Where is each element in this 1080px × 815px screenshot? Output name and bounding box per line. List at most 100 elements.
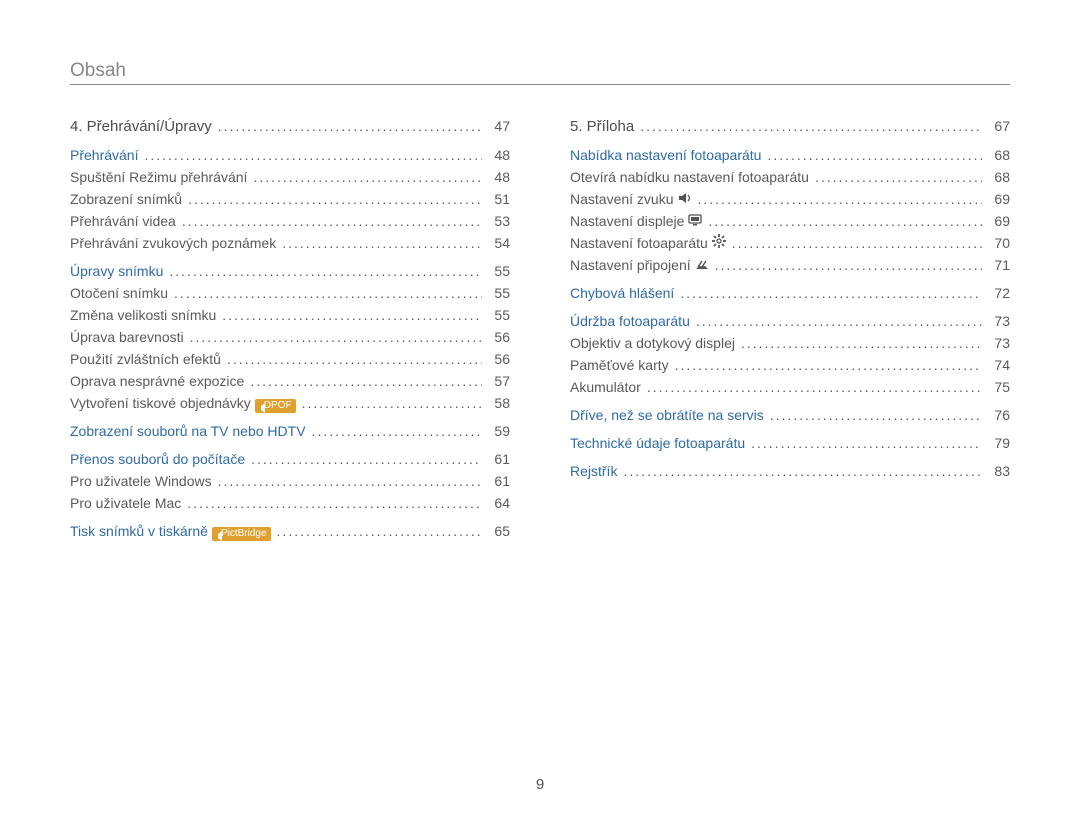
right-column: 5. Příloha 67 Nabídka nastavení fotoaparát…	[570, 115, 1010, 542]
group-header-left-4-label: Tisk snímků v tiskárně	[70, 520, 208, 542]
group-header-right-0[interactable]: Nabídka nastavení fotoaparátu68	[570, 144, 1010, 166]
toc-item-left-1-0-label: Otočení snímku	[70, 282, 168, 304]
group-header-right-1[interactable]: Chybová hlášení 72	[570, 282, 1010, 304]
leader-dots	[741, 332, 982, 354]
group-header-right-1-label: Chybová hlášení	[570, 282, 674, 304]
toc-item-left-0-2-page: 53	[488, 210, 510, 232]
toc-item-left-1-1-label: Změna velikosti snímku	[70, 304, 216, 326]
leader-dots	[698, 188, 983, 210]
group-header-left-1-page: 55	[488, 260, 510, 282]
leader-dots	[144, 144, 482, 166]
toc-item-right-2-1: Paměťové karty74	[570, 354, 1010, 376]
leader-dots	[218, 115, 482, 137]
toc-item-left-1-5-label: Vytvoření tiskové objednávky	[70, 392, 251, 414]
group-header-right-2-page: 73	[988, 310, 1010, 332]
group-header-left-2-page: 59	[488, 420, 510, 442]
toc-item-left-1-1: Změna velikosti snímku 55	[70, 304, 510, 326]
group-header-right-5-label: Rejstřík	[570, 460, 617, 482]
page-title: Obsah	[70, 60, 126, 82]
leader-dots	[647, 376, 982, 398]
toc-item-left-1-2-page: 56	[488, 326, 510, 348]
toc-item-right-0-4: Nastavení připojení71	[570, 254, 1010, 276]
toc-item-right-0-2-label: Nastavení displeje	[570, 210, 684, 232]
toc-item-left-1-3-label: Použití zvláštních efektů	[70, 348, 221, 370]
group-header-left-1-label: Úpravy snímku	[70, 260, 163, 282]
group-header-right-1-page: 72	[988, 282, 1010, 304]
leader-dots	[250, 370, 482, 392]
toc-item-right-0-4-page: 71	[988, 254, 1010, 276]
group-header-left-3[interactable]: Přenos souborů do počítače61	[70, 448, 510, 470]
group-header-left-0-page: 48	[488, 144, 510, 166]
toc-item-right-0-1-label: Nastavení zvuku	[570, 188, 674, 210]
leader-dots	[680, 282, 982, 304]
group-header-left-4[interactable]: Tisk snímků v tiskárněPictBridge65	[70, 520, 510, 542]
group-header-right-4-label: Technické údaje fotoaparátu	[570, 432, 745, 454]
toc-item-left-0-3: Přehrávání zvukových poznámek 54	[70, 232, 510, 254]
group-header-right-2[interactable]: Údržba fotoaparátu 73	[570, 310, 1010, 332]
group-header-left-2[interactable]: Zobrazení souborů na TV nebo HDTV59	[70, 420, 510, 442]
leader-dots	[732, 232, 982, 254]
leader-dots	[715, 254, 982, 276]
toc-item-left-0-1-page: 51	[488, 188, 510, 210]
section-header-right-page: 67	[988, 115, 1010, 137]
toc-item-left-1-5-page: 58	[488, 392, 510, 414]
group-header-left-4-page: 65	[488, 520, 510, 542]
toc-item-left-1-4-page: 57	[488, 370, 510, 392]
toc-item-left-1-3: Použití zvláštních efektů56	[70, 348, 510, 370]
toc-item-right-2-2: Akumulátor75	[570, 376, 1010, 398]
toc-item-right-2-1-page: 74	[988, 354, 1010, 376]
section-header-right-label: 5. Příloha	[570, 116, 634, 138]
toc-item-right-2-2-page: 75	[988, 376, 1010, 398]
leader-dots	[222, 304, 482, 326]
toc-item-right-0-2: Nastavení displeje 69	[570, 210, 1010, 232]
toc-item-left-1-5: Vytvoření tiskové objednávkyDPOF58	[70, 392, 510, 414]
toc-item-left-1-2: Úprava barevnosti56	[70, 326, 510, 348]
group-header-right-3-page: 76	[988, 404, 1010, 426]
toc-item-left-0-3-page: 54	[488, 232, 510, 254]
display-icon	[688, 214, 702, 226]
group-header-right-3-label: Dříve, než se obrátíte na servis	[570, 404, 764, 426]
toc-columns: 4. Přehrávání/Úpravy47Přehrávání48Spuště…	[70, 115, 1010, 542]
toc-item-left-3-0-page: 61	[488, 470, 510, 492]
group-header-right-4-page: 79	[988, 432, 1010, 454]
sound-icon	[678, 192, 692, 204]
toc-item-left-0-3-label: Přehrávání zvukových poznámek	[70, 232, 276, 254]
leader-dots	[770, 404, 982, 426]
page-number: 9	[0, 776, 1080, 793]
leader-dots	[767, 144, 982, 166]
group-header-right-0-label: Nabídka nastavení fotoaparátu	[570, 144, 761, 166]
group-header-left-1[interactable]: Úpravy snímku 55	[70, 260, 510, 282]
toc-item-right-0-2-page: 69	[988, 210, 1010, 232]
leader-dots	[253, 166, 482, 188]
toc-item-left-3-1: Pro uživatele Mac64	[70, 492, 510, 514]
leader-dots	[190, 326, 482, 348]
toc-item-left-3-0-label: Pro uživatele Windows	[70, 470, 212, 492]
leader-dots	[640, 115, 982, 137]
leader-dots	[169, 260, 482, 282]
group-header-left-3-label: Přenos souborů do počítače	[70, 448, 245, 470]
leader-dots	[815, 166, 982, 188]
group-header-left-0[interactable]: Přehrávání48	[70, 144, 510, 166]
toc-item-left-1-4-label: Oprava nesprávné expozice	[70, 370, 244, 392]
leader-dots	[302, 392, 482, 414]
group-header-right-3[interactable]: Dříve, než se obrátíte na servis 76	[570, 404, 1010, 426]
toc-item-right-0-0: Otevírá nabídku nastavení fotoaparátu68	[570, 166, 1010, 188]
toc-item-right-0-3: Nastavení fotoaparátu70	[570, 232, 1010, 254]
left-column: 4. Přehrávání/Úpravy47Přehrávání48Spuště…	[70, 115, 510, 542]
leader-dots	[188, 188, 482, 210]
group-header-right-2-label: Údržba fotoaparátu	[570, 310, 690, 332]
group-header-right-5-page: 83	[988, 460, 1010, 482]
toc-item-left-0-1: Zobrazení snímků51	[70, 188, 510, 210]
group-header-right-4[interactable]: Technické údaje fotoaparátu 79	[570, 432, 1010, 454]
group-header-right-5[interactable]: Rejstřík 83	[570, 460, 1010, 482]
toc-item-left-0-2: Přehrávání videa 53	[70, 210, 510, 232]
section-header-left: 4. Přehrávání/Úpravy47	[70, 115, 510, 138]
section-header-right: 5. Příloha 67	[570, 115, 1010, 138]
leader-dots	[312, 420, 482, 442]
leader-dots	[708, 210, 982, 232]
leader-dots	[675, 354, 982, 376]
toc-item-right-0-0-page: 68	[988, 166, 1010, 188]
toc-item-left-0-2-label: Přehrávání videa	[70, 210, 176, 232]
toc-item-right-2-0: Objektiv a dotykový displej73	[570, 332, 1010, 354]
toc-item-left-1-1-page: 55	[488, 304, 510, 326]
